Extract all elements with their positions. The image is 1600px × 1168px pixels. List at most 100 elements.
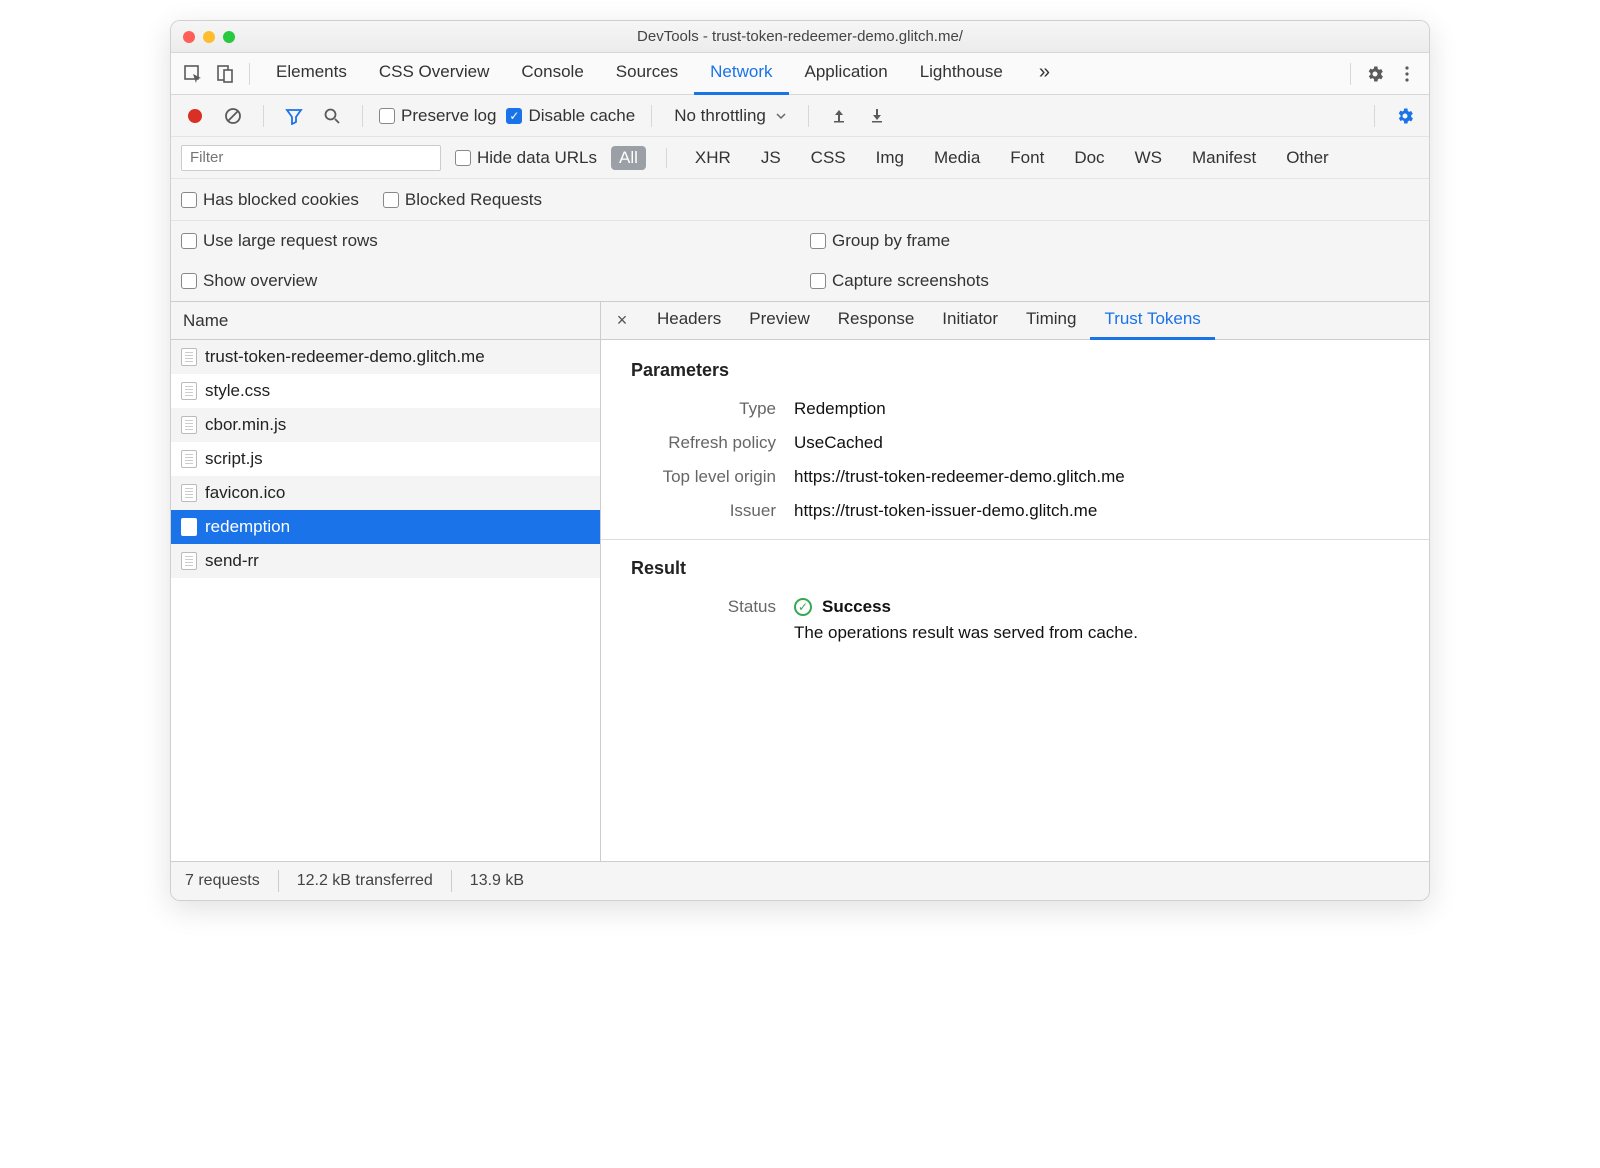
detail-tab-trust-tokens[interactable]: Trust Tokens (1090, 302, 1214, 340)
has-blocked-cookies-checkbox[interactable]: Has blocked cookies (181, 190, 359, 210)
window-title: DevTools - trust-token-redeemer-demo.gli… (171, 28, 1429, 45)
throttling-value: No throttling (674, 106, 766, 126)
tab-console[interactable]: Console (505, 53, 599, 95)
show-overview-checkbox[interactable]: Show overview (171, 261, 800, 301)
filter-type-font[interactable]: Font (1002, 146, 1052, 170)
tab-application[interactable]: Application (789, 53, 904, 95)
filter-type-xhr[interactable]: XHR (687, 146, 739, 170)
minimize-window-button[interactable] (203, 31, 215, 43)
settings-gear-icon[interactable] (1361, 60, 1389, 88)
divider (263, 105, 264, 127)
detail-tab-preview[interactable]: Preview (735, 302, 823, 340)
disable-cache-checkbox[interactable]: ✓Disable cache (506, 106, 635, 126)
filter-input[interactable] (181, 145, 441, 171)
detail-tab-headers[interactable]: Headers (643, 302, 735, 340)
detail-tab-initiator[interactable]: Initiator (928, 302, 1012, 340)
large-rows-checkbox[interactable]: Use large request rows (171, 221, 800, 261)
upload-har-icon[interactable] (825, 102, 853, 130)
network-settings-gear-icon[interactable] (1391, 102, 1419, 130)
more-menu-icon[interactable] (1393, 60, 1421, 88)
tab-elements[interactable]: Elements (260, 53, 363, 95)
filter-type-css[interactable]: CSS (803, 146, 854, 170)
request-row[interactable]: style.css (171, 374, 600, 408)
blocked-requests-label: Blocked Requests (405, 190, 542, 210)
request-detail-panel: × HeadersPreviewResponseInitiatorTimingT… (601, 302, 1429, 861)
filter-type-manifest[interactable]: Manifest (1184, 146, 1264, 170)
request-row[interactable]: redemption (171, 510, 600, 544)
status-bar: 7 requests 12.2 kB transferred 13.9 kB (171, 862, 1429, 900)
group-by-frame-label: Group by frame (832, 231, 950, 251)
status-description: The operations result was served from ca… (794, 623, 1138, 643)
download-har-icon[interactable] (863, 102, 891, 130)
filter-type-ws[interactable]: WS (1127, 146, 1170, 170)
request-name: favicon.ico (205, 483, 285, 503)
main-tab-bar: ElementsCSS OverviewConsoleSourcesNetwor… (171, 53, 1429, 95)
device-toggle-icon[interactable] (211, 60, 239, 88)
detail-tabs: × HeadersPreviewResponseInitiatorTimingT… (601, 302, 1429, 340)
tab-sources[interactable]: Sources (600, 53, 694, 95)
hide-data-urls-label: Hide data URLs (477, 148, 597, 168)
file-icon (181, 518, 197, 536)
additional-filters: Has blocked cookies Blocked Requests (171, 179, 1429, 221)
file-icon (181, 450, 197, 468)
refresh-policy-value: UseCached (794, 433, 883, 453)
throttling-select[interactable]: No throttling (668, 106, 792, 126)
file-icon (181, 484, 197, 502)
tab-lighthouse[interactable]: Lighthouse (904, 53, 1019, 95)
window-controls (183, 31, 235, 43)
filter-type-img[interactable]: Img (868, 146, 912, 170)
request-row[interactable]: favicon.ico (171, 476, 600, 510)
filter-type-all[interactable]: All (611, 146, 646, 170)
filter-icon[interactable] (280, 102, 308, 130)
request-row[interactable]: script.js (171, 442, 600, 476)
filter-type-other[interactable]: Other (1278, 146, 1337, 170)
filter-type-js[interactable]: JS (753, 146, 789, 170)
divider (1350, 63, 1351, 85)
status-label: Status (631, 597, 776, 617)
network-toolbar: Preserve log ✓Disable cache No throttlin… (171, 95, 1429, 137)
detail-tab-timing[interactable]: Timing (1012, 302, 1090, 340)
clear-button[interactable] (219, 102, 247, 130)
file-icon (181, 552, 197, 570)
type-label: Type (631, 399, 776, 419)
search-icon[interactable] (318, 102, 346, 130)
name-column-header[interactable]: Name (171, 302, 600, 340)
record-button[interactable] (181, 102, 209, 130)
close-details-button[interactable]: × (607, 310, 637, 331)
filter-type-doc[interactable]: Doc (1066, 146, 1112, 170)
request-name: send-rr (205, 551, 259, 571)
tabs-overflow-button[interactable]: » (1023, 53, 1066, 95)
request-row[interactable]: cbor.min.js (171, 408, 600, 442)
divider (808, 105, 809, 127)
filter-type-media[interactable]: Media (926, 146, 988, 170)
top-level-origin-value: https://trust-token-redeemer-demo.glitch… (794, 467, 1125, 487)
capture-screenshots-checkbox[interactable]: Capture screenshots (800, 261, 1429, 301)
refresh-policy-label: Refresh policy (631, 433, 776, 453)
parameters-heading: Parameters (631, 360, 1399, 381)
tab-network[interactable]: Network (694, 53, 788, 95)
filter-bar: Hide data URLs All XHR JS CSS Img Media Font Do… (171, 137, 1429, 179)
divider (666, 148, 667, 168)
request-name: style.css (205, 381, 270, 401)
network-content: Name trust-token-redeemer-demo.glitch.me… (171, 302, 1429, 862)
close-window-button[interactable] (183, 31, 195, 43)
tab-css-overview[interactable]: CSS Overview (363, 53, 506, 95)
has-blocked-cookies-label: Has blocked cookies (203, 190, 359, 210)
preserve-log-checkbox[interactable]: Preserve log (379, 106, 496, 126)
maximize-window-button[interactable] (223, 31, 235, 43)
divider (651, 105, 652, 127)
request-name: redemption (205, 517, 290, 537)
inspect-element-icon[interactable] (179, 60, 207, 88)
request-row[interactable]: trust-token-redeemer-demo.glitch.me (171, 340, 600, 374)
file-icon (181, 416, 197, 434)
blocked-requests-checkbox[interactable]: Blocked Requests (383, 190, 542, 210)
hide-data-urls-checkbox[interactable]: Hide data URLs (455, 148, 597, 168)
file-icon (181, 348, 197, 366)
group-by-frame-checkbox[interactable]: Group by frame (800, 221, 1429, 261)
disable-cache-label: Disable cache (528, 106, 635, 126)
preserve-log-label: Preserve log (401, 106, 496, 126)
request-name: cbor.min.js (205, 415, 286, 435)
top-level-origin-label: Top level origin (631, 467, 776, 487)
detail-tab-response[interactable]: Response (824, 302, 929, 340)
request-row[interactable]: send-rr (171, 544, 600, 578)
